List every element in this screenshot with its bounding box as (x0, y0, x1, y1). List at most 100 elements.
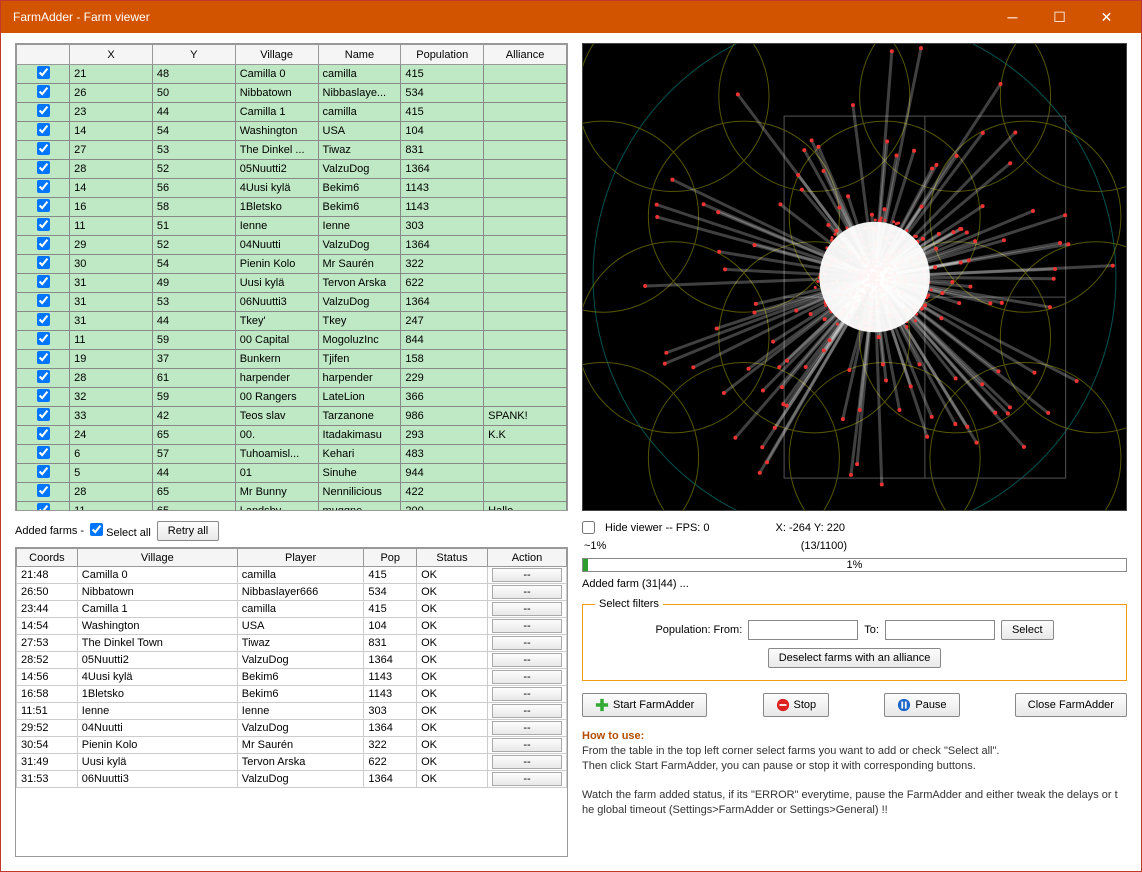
table-row[interactable]: 1937BunkernTjifen158 (17, 350, 567, 369)
farms-header[interactable]: Village (235, 45, 318, 65)
retry-all-button[interactable]: Retry all (157, 521, 219, 541)
table-row[interactable]: 27:53The Dinkel TownTiwaz831OK-- (17, 635, 567, 652)
table-row[interactable]: 16:581BletskoBekim61143OK-- (17, 686, 567, 703)
row-checkbox[interactable] (37, 313, 50, 326)
farms-header[interactable]: Name (318, 45, 401, 65)
table-row[interactable]: 246500.Itadakimasu293K.K (17, 426, 567, 445)
table-row[interactable]: 26:50NibbatownNibbaslayer666534OK-- (17, 584, 567, 601)
table-row[interactable]: 325900 RangersLateLion366 (17, 388, 567, 407)
farms-header[interactable]: Population (401, 45, 484, 65)
row-checkbox[interactable] (37, 104, 50, 117)
population-from-input[interactable] (748, 620, 858, 640)
row-action-button[interactable]: -- (492, 704, 562, 718)
row-action-button[interactable]: -- (492, 687, 562, 701)
row-checkbox[interactable] (37, 66, 50, 79)
row-action-button[interactable]: -- (492, 755, 562, 769)
table-row[interactable]: 315306Nuutti3ValzuDog1364 (17, 293, 567, 312)
table-row[interactable]: 657Tuhoamisl...Kehari483 (17, 445, 567, 464)
table-row[interactable]: 2861harpenderharpender229 (17, 369, 567, 388)
hide-viewer-checkbox[interactable] (582, 521, 595, 534)
table-row[interactable]: 2344Camilla 1camilla415 (17, 103, 567, 122)
row-checkbox[interactable] (37, 427, 50, 440)
farms-table-container[interactable]: XYVillageNamePopulationAlliance 2148Cami… (15, 43, 568, 511)
added-table[interactable]: CoordsVillagePlayerPopStatusAction 21:48… (16, 548, 567, 788)
maximize-button[interactable]: ☐ (1037, 3, 1082, 31)
table-row[interactable]: 11:51IenneIenne303OK-- (17, 703, 567, 720)
close-farmadder-button[interactable]: Close FarmAdder (1015, 693, 1127, 717)
row-checkbox[interactable] (37, 85, 50, 98)
row-action-button[interactable]: -- (492, 585, 562, 599)
table-row[interactable]: 295204NuuttiValzuDog1364 (17, 236, 567, 255)
close-button[interactable]: ✕ (1084, 3, 1129, 31)
row-checkbox[interactable] (37, 218, 50, 231)
deselect-alliance-button[interactable]: Deselect farms with an alliance (768, 648, 942, 668)
select-all-checkbox[interactable] (90, 523, 103, 536)
table-row[interactable]: 1151IenneIenne303 (17, 217, 567, 236)
row-action-button[interactable]: -- (492, 602, 562, 616)
farms-header[interactable]: X (70, 45, 153, 65)
minimize-button[interactable]: ─ (990, 3, 1035, 31)
row-action-button[interactable]: -- (492, 721, 562, 735)
row-checkbox[interactable] (37, 199, 50, 212)
table-row[interactable]: 23:44Camilla 1camilla415OK-- (17, 601, 567, 618)
table-row[interactable]: 2865Mr BunnyNennilicious422 (17, 483, 567, 502)
row-checkbox[interactable] (37, 503, 50, 511)
row-checkbox[interactable] (37, 465, 50, 478)
select-all-checkbox-label[interactable]: Select all (90, 523, 151, 539)
row-checkbox[interactable] (37, 256, 50, 269)
table-row[interactable]: 3149Uusi kyläTervon Arska622 (17, 274, 567, 293)
table-row[interactable]: 285205Nuutti2ValzuDog1364 (17, 160, 567, 179)
row-checkbox[interactable] (37, 275, 50, 288)
row-checkbox[interactable] (37, 408, 50, 421)
table-row[interactable]: 29:5204NuuttiValzuDog1364OK-- (17, 720, 567, 737)
table-row[interactable]: 115900 CapitalMogoluzInc844 (17, 331, 567, 350)
table-row[interactable]: 2650NibbatownNibbaslaye...534 (17, 84, 567, 103)
population-to-input[interactable] (885, 620, 995, 640)
row-action-button[interactable]: -- (492, 568, 562, 582)
titlebar[interactable]: FarmAdder - Farm viewer ─ ☐ ✕ (1, 1, 1141, 33)
row-checkbox[interactable] (37, 389, 50, 402)
added-header[interactable]: Coords (17, 549, 78, 567)
row-checkbox[interactable] (37, 351, 50, 364)
row-checkbox[interactable] (37, 332, 50, 345)
table-row[interactable]: 30:54Pienin KoloMr Saurén322OK-- (17, 737, 567, 754)
table-row[interactable]: 3054Pienin KoloMr Saurén322 (17, 255, 567, 274)
added-header[interactable]: Action (487, 549, 566, 567)
table-row[interactable]: 3144Tkey'Tkey247 (17, 312, 567, 331)
added-header[interactable]: Village (77, 549, 237, 567)
table-row[interactable]: 1454WashingtonUSA104 (17, 122, 567, 141)
row-checkbox[interactable] (37, 237, 50, 250)
farms-table[interactable]: XYVillageNamePopulationAlliance 2148Cami… (16, 44, 567, 511)
row-action-button[interactable]: -- (492, 619, 562, 633)
row-action-button[interactable]: -- (492, 738, 562, 752)
table-row[interactable]: 31:5306Nuutti3ValzuDog1364OK-- (17, 771, 567, 788)
table-row[interactable]: 21:48Camilla 0camilla415OK-- (17, 567, 567, 584)
table-row[interactable]: 16581BletskoBekim61143 (17, 198, 567, 217)
added-header[interactable]: Player (237, 549, 364, 567)
stop-button[interactable]: Stop (763, 693, 830, 717)
pause-button[interactable]: Pause (884, 693, 959, 717)
added-header[interactable]: Status (417, 549, 488, 567)
start-farmadder-button[interactable]: Start FarmAdder (582, 693, 707, 717)
table-row[interactable]: 31:49Uusi kyläTervon Arska622OK-- (17, 754, 567, 771)
row-checkbox[interactable] (37, 446, 50, 459)
farms-header[interactable]: Y (152, 45, 235, 65)
row-checkbox[interactable] (37, 294, 50, 307)
table-row[interactable]: 2753The Dinkel ...Tiwaz831 (17, 141, 567, 160)
farms-header[interactable] (17, 45, 70, 65)
row-action-button[interactable]: -- (492, 772, 562, 786)
table-row[interactable]: 14564Uusi kyläBekim61143 (17, 179, 567, 198)
table-row[interactable]: 54401Sinuhe944 (17, 464, 567, 483)
table-row[interactable]: 3342Teos slavTarzanone986SPANK! (17, 407, 567, 426)
map-viewer[interactable] (582, 43, 1127, 511)
table-row[interactable]: 1165Landsbymuggne200Hallo (17, 502, 567, 512)
table-row[interactable]: 14:54WashingtonUSA104OK-- (17, 618, 567, 635)
farms-header[interactable]: Alliance (484, 45, 567, 65)
table-row[interactable]: 14:564Uusi kyläBekim61143OK-- (17, 669, 567, 686)
added-header[interactable]: Pop (364, 549, 417, 567)
added-table-container[interactable]: CoordsVillagePlayerPopStatusAction 21:48… (15, 547, 568, 857)
row-checkbox[interactable] (37, 484, 50, 497)
table-row[interactable]: 2148Camilla 0camilla415 (17, 65, 567, 84)
row-action-button[interactable]: -- (492, 636, 562, 650)
select-filter-button[interactable]: Select (1001, 620, 1054, 640)
